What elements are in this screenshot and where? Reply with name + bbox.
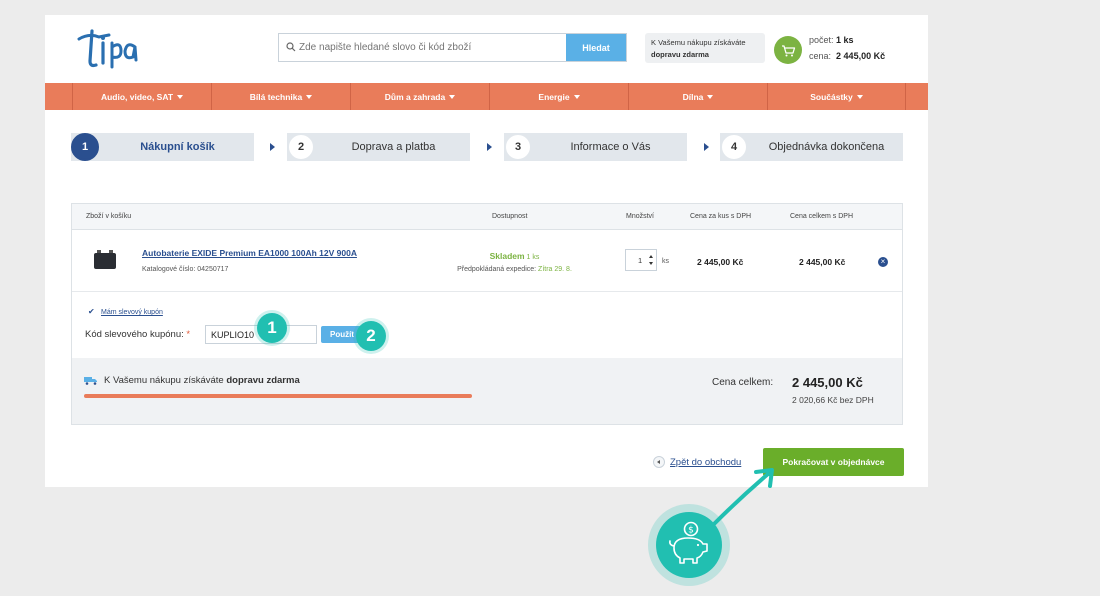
cart-table: Zboží v košíku Dostupnost Množství Cena … bbox=[71, 203, 903, 425]
step-arrow-icon bbox=[270, 143, 275, 151]
step-arrow-icon bbox=[704, 143, 709, 151]
cart-count-value: 1 ks bbox=[836, 35, 854, 45]
step-number: 2 bbox=[287, 133, 315, 161]
decrement-icon[interactable] bbox=[649, 262, 653, 265]
step-info[interactable]: 3 Informace o Vás bbox=[504, 133, 687, 161]
total-label: Cena celkem: bbox=[712, 377, 774, 388]
free-shipping-progress bbox=[84, 394, 472, 398]
free-shipping-text: K Vašemu nákupu získáváte dopravu zdarma bbox=[104, 375, 300, 386]
main-nav: Audio, video, SAT Bílá technika Dům a za… bbox=[45, 83, 928, 110]
step-cart[interactable]: 1 Nákupní košík bbox=[71, 133, 254, 161]
piggy-bank-badge: $ bbox=[648, 504, 730, 586]
search-input[interactable] bbox=[299, 34, 564, 61]
coupon-label: Kód slevového kupónu: * bbox=[85, 329, 191, 340]
stock-qty: 1 ks bbox=[526, 254, 540, 261]
step-arrow-icon bbox=[487, 143, 492, 151]
search-box: Hledat bbox=[278, 33, 627, 62]
caret-down-icon bbox=[177, 94, 184, 99]
quantity-stepper[interactable]: 1 bbox=[625, 249, 657, 271]
total-value: 2 445,00 Kč bbox=[792, 375, 863, 390]
product-code: Katalogové číslo: 04250717 bbox=[142, 266, 229, 273]
stock-status: Skladem bbox=[489, 251, 525, 261]
cart-count-label: počet: bbox=[809, 35, 834, 45]
caret-down-icon bbox=[573, 94, 580, 99]
coupon-checkbox[interactable]: ✔ bbox=[88, 308, 96, 316]
nav-item-audio[interactable]: Audio, video, SAT bbox=[72, 83, 211, 110]
caret-down-icon bbox=[449, 94, 456, 99]
nav-label: Audio, video, SAT bbox=[100, 91, 174, 102]
nav-label: Dílna bbox=[682, 91, 704, 102]
step-label: Doprava a platba bbox=[351, 141, 436, 153]
cart-summary-bar: K Vašemu nákupu získáváte dopravu zdarma… bbox=[72, 358, 902, 424]
remove-item-icon[interactable]: × bbox=[878, 257, 888, 267]
step-label: Informace o Vás bbox=[570, 141, 651, 153]
step-number: 4 bbox=[720, 133, 748, 161]
product-name-link[interactable]: Autobaterie EXIDE Premium EA1000 100Ah 1… bbox=[142, 248, 357, 258]
cart-price-label: cena: bbox=[809, 51, 832, 61]
col-unit-price: Cena za kus s DPH bbox=[690, 213, 752, 220]
page: Hledat K Vašemu nákupu získáváte dopravu… bbox=[45, 15, 928, 487]
free-shipping-line2: dopravu zdarma bbox=[651, 50, 709, 59]
coupon-toggle-link[interactable]: Mám slevový kupón bbox=[101, 309, 163, 316]
availability: Skladem 1 ks Předpokládaná expedice: Zít… bbox=[432, 250, 597, 276]
total-net-value: 2 020,66 Kč bez DPH bbox=[792, 395, 874, 405]
nav-label: Součástky bbox=[810, 91, 853, 102]
product-image[interactable] bbox=[94, 250, 116, 269]
step-label: Nákupní košík bbox=[140, 141, 215, 153]
tipa-logo[interactable] bbox=[75, 27, 139, 69]
cart-price-value: 2 445,00 Kč bbox=[836, 51, 886, 61]
caret-down-icon bbox=[707, 94, 714, 99]
caret-down-icon bbox=[856, 94, 863, 99]
nav-item-energy[interactable]: Energie bbox=[489, 83, 628, 110]
svg-text:$: $ bbox=[688, 526, 694, 536]
quantity-unit: ks bbox=[662, 258, 669, 265]
cart-header-row: Zboží v košíku Dostupnost Množství Cena … bbox=[72, 204, 902, 230]
col-total-price: Cena celkem s DPH bbox=[790, 213, 854, 220]
col-availability: Dostupnost bbox=[492, 213, 528, 220]
free-shipping-line1: K Vašemu nákupu získáváte bbox=[651, 38, 746, 47]
cart-item-row: Autobaterie EXIDE Premium EA1000 100Ah 1… bbox=[72, 230, 902, 292]
unit-price: 2 445,00 Kč bbox=[697, 257, 744, 267]
step-complete[interactable]: 4 Objednávka dokončena bbox=[720, 133, 903, 161]
caret-down-icon bbox=[306, 94, 313, 99]
search-icon bbox=[286, 42, 296, 52]
expedition-value: Zítra 29. 8. bbox=[538, 266, 572, 273]
nav-item-components[interactable]: Součástky bbox=[767, 83, 906, 110]
col-quantity: Množství bbox=[626, 213, 655, 220]
annotation-badge-1: 1 bbox=[257, 313, 287, 343]
quantity-value[interactable]: 1 bbox=[638, 256, 642, 265]
nav-label: Bílá technika bbox=[249, 91, 303, 102]
piggy-bank-icon: $ bbox=[669, 521, 708, 564]
back-arrow-icon[interactable] bbox=[653, 456, 665, 468]
free-shipping-box: K Vašemu nákupu získáváte dopravu zdarma bbox=[645, 33, 765, 63]
expedition-label: Předpokládaná expedice: bbox=[457, 266, 537, 273]
step-number: 3 bbox=[504, 133, 532, 161]
increment-icon[interactable] bbox=[649, 255, 653, 258]
annotation-badge-2: 2 bbox=[356, 321, 386, 351]
step-number: 1 bbox=[71, 133, 99, 161]
truck-icon bbox=[84, 377, 97, 385]
nav-item-appliances[interactable]: Bílá technika bbox=[211, 83, 350, 110]
nav-item-workshop[interactable]: Dílna bbox=[628, 83, 767, 110]
total-price: 2 445,00 Kč bbox=[799, 257, 846, 267]
nav-label: Energie bbox=[538, 91, 570, 102]
step-shipping[interactable]: 2 Doprava a platba bbox=[287, 133, 470, 161]
cart-summary[interactable]: počet: 1 ks cena: 2 445,00 Kč bbox=[809, 32, 885, 64]
nav-item-home-garden[interactable]: Dům a zahrada bbox=[350, 83, 489, 110]
search-button[interactable]: Hledat bbox=[566, 34, 626, 61]
nav-label: Dům a zahrada bbox=[384, 91, 446, 102]
step-label: Objednávka dokončena bbox=[768, 141, 885, 153]
col-product: Zboží v košíku bbox=[86, 213, 132, 220]
cart-icon[interactable] bbox=[774, 36, 802, 64]
